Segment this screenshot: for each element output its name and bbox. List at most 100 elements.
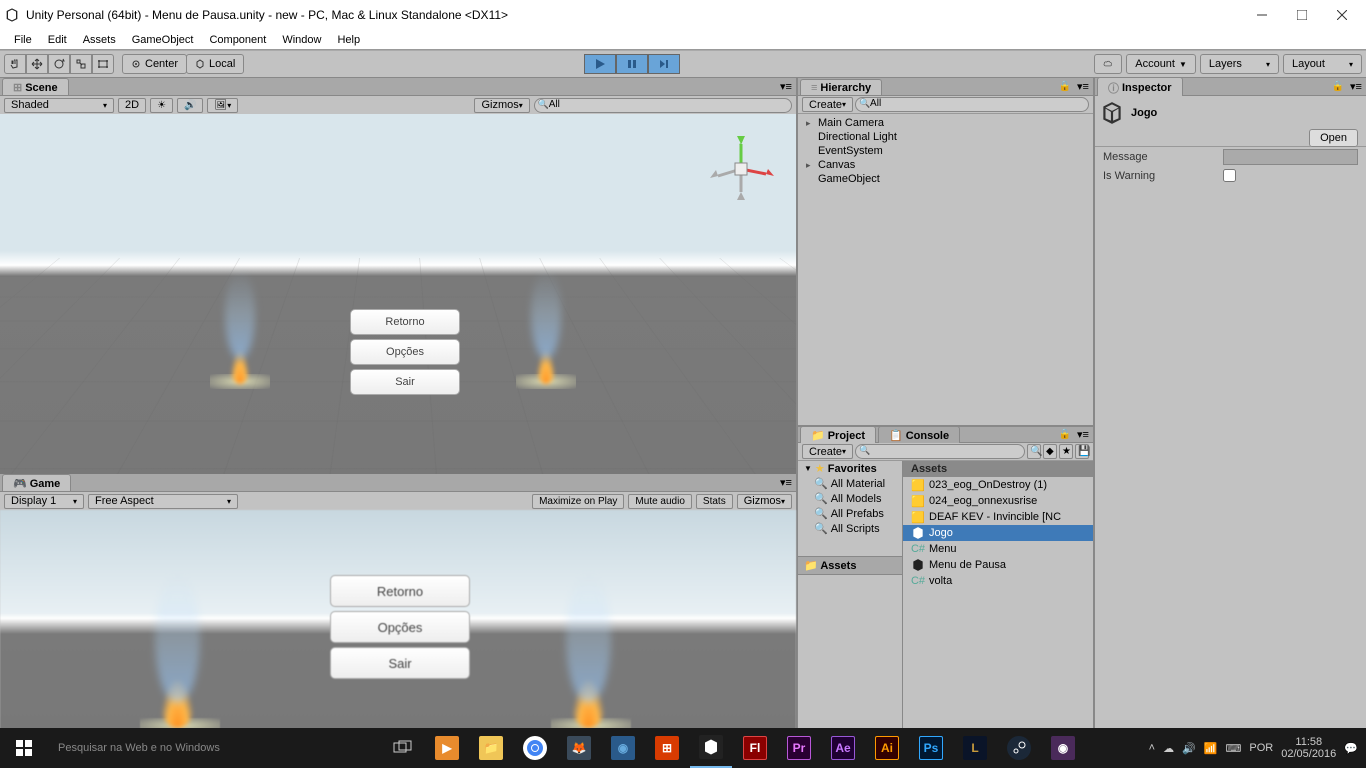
asset-item[interactable]: 🟨DEAF KEV - Invincible [NC [903,509,1093,525]
assets-folder[interactable]: 📁 Assets [798,556,902,575]
stats-toggle[interactable]: Stats [696,494,733,509]
lock-icon[interactable]: 🔒 [1059,81,1071,92]
play-button[interactable] [584,54,616,74]
pause-menu-button-exit[interactable]: Sair [330,647,470,679]
taskbar-app-explorer[interactable]: 📁 [470,728,512,768]
taskbar-app-media[interactable]: ▶ [426,728,468,768]
asset-item[interactable]: C#Menu [903,541,1093,557]
taskbar-search[interactable]: Pesquisar na Web e no Windows [48,728,378,768]
project-filter-label[interactable]: ★ [1059,444,1073,459]
hierarchy-item[interactable]: Main Camera [800,116,1091,130]
hierarchy-item[interactable]: Directional Light [800,130,1091,144]
menu-assets[interactable]: Assets [75,32,124,48]
scene-lighting-toggle[interactable]: ☀ [150,98,173,113]
pause-button[interactable] [616,54,648,74]
gizmos-dropdown[interactable]: Gizmos ▾ [474,98,529,113]
taskbar-app-flash[interactable]: Fl [734,728,776,768]
pivot-local-button[interactable]: Local [186,54,244,74]
aspect-dropdown[interactable]: Free Aspect▾ [88,494,238,509]
asset-item[interactable]: Menu de Pausa [903,557,1093,573]
tray-language[interactable]: POR [1249,742,1273,754]
scene-fx-toggle[interactable]: 🖼 ▾ [207,98,238,113]
scene-orientation-gizmo[interactable]: y [706,134,776,204]
menu-gameobject[interactable]: GameObject [124,32,202,48]
menu-edit[interactable]: Edit [40,32,75,48]
project-search[interactable] [855,444,1025,459]
system-tray[interactable]: ˄ ☁ 🔊 📶 ⌨ POR 11:58 02/05/2016 💬 [1149,736,1366,760]
tab-game[interactable]: 🎮Game [2,474,71,491]
taskbar-app-other[interactable]: ◉ [1042,728,1084,768]
pause-menu-button-options[interactable]: Opções [330,611,470,643]
rect-tool[interactable] [92,54,114,74]
favorites-header[interactable]: ▼★Favorites [798,461,902,476]
menu-component[interactable]: Component [201,32,274,48]
project-create-dropdown[interactable]: Create ▾ [802,444,853,459]
pivot-center-button[interactable]: Center [122,54,187,74]
hand-tool[interactable] [4,54,26,74]
hierarchy-panel-menu[interactable]: ▾≡ [1073,80,1093,93]
taskbar-app-photoshop[interactable]: Ps [910,728,952,768]
scene-search[interactable]: All [534,98,792,113]
scale-tool[interactable] [70,54,92,74]
inspector-panel-menu[interactable]: ▾≡ [1346,80,1366,93]
menu-help[interactable]: Help [329,32,368,48]
maximize-on-play-toggle[interactable]: Maximize on Play [532,494,624,509]
hierarchy-tree[interactable]: Main Camera Directional Light EventSyste… [798,114,1093,425]
account-dropdown[interactable]: Account ▼ [1126,54,1196,74]
shaded-dropdown[interactable]: Shaded▾ [4,98,114,113]
hierarchy-item[interactable]: GameObject [800,172,1091,186]
hierarchy-item[interactable]: EventSystem [800,144,1091,158]
taskbar-app-box[interactable]: ◉ [602,728,644,768]
maximize-button[interactable] [1282,0,1322,30]
scene-panel-menu[interactable]: ▾≡ [776,80,796,93]
favorite-item[interactable]: 🔍All Prefabs [798,506,902,521]
close-button[interactable] [1322,0,1362,30]
taskbar-app-gimp[interactable]: 🦊 [558,728,600,768]
layout-dropdown[interactable]: Layout ▾ [1283,54,1362,74]
mute-audio-toggle[interactable]: Mute audio [628,494,691,509]
taskbar-app-premiere[interactable]: Pr [778,728,820,768]
menu-file[interactable]: File [6,32,40,48]
display-dropdown[interactable]: Display 1▾ [4,494,84,509]
rotate-tool[interactable] [48,54,70,74]
tray-clock[interactable]: 11:58 02/05/2016 [1281,736,1336,760]
inspector-iswarning-checkbox[interactable] [1223,169,1236,182]
favorite-item[interactable]: 🔍All Models [798,491,902,506]
taskbar-app-aftereffects[interactable]: Ae [822,728,864,768]
cloud-button[interactable] [1094,54,1122,74]
move-tool[interactable] [26,54,48,74]
minimize-button[interactable] [1242,0,1282,30]
tab-scene[interactable]: ⊞Scene [2,78,69,95]
asset-item-selected[interactable]: Jogo [903,525,1093,541]
tab-inspector[interactable]: ⓘInspector [1097,77,1183,97]
scene-2d-toggle[interactable]: 2D [118,98,146,113]
tab-project[interactable]: 📁Project [800,426,876,443]
project-save-filter[interactable]: 💾 [1075,444,1089,459]
open-asset-button[interactable]: Open [1309,129,1358,147]
tab-hierarchy[interactable]: ≡Hierarchy [800,79,882,95]
pause-menu-button-return[interactable]: Retorno [350,309,460,335]
favorite-item[interactable]: 🔍All Material [798,476,902,491]
hierarchy-item[interactable]: Canvas [800,158,1091,172]
asset-item[interactable]: 🟨023_eog_OnDestroy (1) [903,477,1093,493]
project-folders[interactable]: ▼★Favorites 🔍All Material 🔍All Models 🔍A… [798,461,903,768]
layers-dropdown[interactable]: Layers ▾ [1200,54,1279,74]
lock-icon[interactable]: 🔒 [1332,81,1344,92]
pause-menu-button-return[interactable]: Retorno [330,575,470,607]
start-button[interactable] [0,728,48,768]
game-gizmos-dropdown[interactable]: Gizmos ▾ [737,494,792,509]
pause-menu-button-options[interactable]: Opções [350,339,460,365]
tray-volume-icon[interactable]: 🔊 [1182,742,1196,755]
taskbar-app-steam[interactable] [998,728,1040,768]
project-panel-menu[interactable]: ▾≡ [1073,428,1093,441]
scene-audio-toggle[interactable]: 🔊 [177,98,203,113]
hierarchy-create-dropdown[interactable]: Create ▾ [802,97,853,112]
tray-network-icon[interactable]: 📶 [1204,742,1218,755]
tray-chevron-icon[interactable]: ˄ [1149,742,1155,754]
asset-item[interactable]: 🟨024_eog_onnexusrise [903,493,1093,509]
step-button[interactable] [648,54,680,74]
taskbar-app-chrome[interactable] [514,728,556,768]
game-panel-menu[interactable]: ▾≡ [776,476,796,489]
inspector-message-field[interactable] [1223,149,1358,165]
scene-view[interactable]: Retorno Opções Sair y [0,114,796,474]
